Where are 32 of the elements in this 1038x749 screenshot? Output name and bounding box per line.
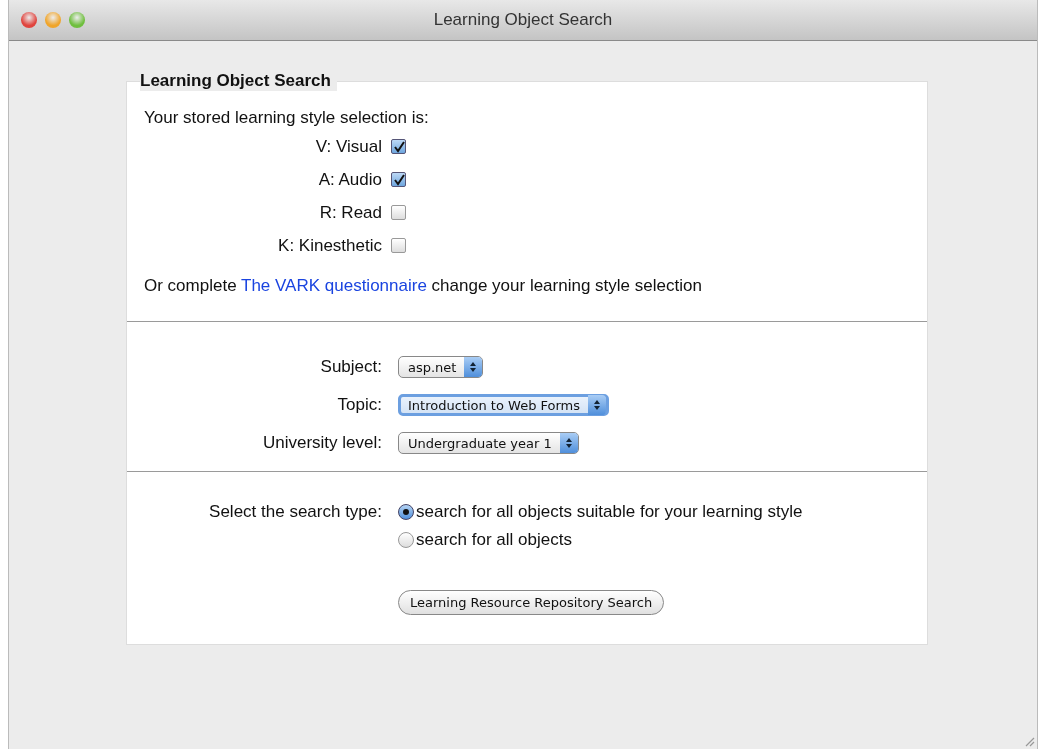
- dropdown-select[interactable]: asp.net: [398, 356, 484, 378]
- intro-text: Your stored learning style selection is:: [144, 108, 429, 128]
- style-label: A: Audio: [317, 169, 382, 190]
- form-legend: Learning Object Search: [140, 71, 337, 91]
- radio-label: search for all objects: [416, 530, 572, 550]
- style-checkbox[interactable]: [391, 139, 406, 154]
- window-title: Learning Object Search: [433, 10, 613, 30]
- style-checkbox[interactable]: [391, 205, 406, 220]
- style-label: K: Kinesthetic: [277, 235, 382, 256]
- questionnaire-note: Or complete The VARK questionnaire change your learning style selection: [144, 276, 702, 296]
- window-control-button[interactable]: [45, 12, 61, 28]
- search-button[interactable]: Learning Resource Repository Search: [398, 590, 665, 615]
- search-type-radio[interactable]: [398, 532, 414, 548]
- style-label: V: Visual: [314, 136, 382, 157]
- questionnaire-link[interactable]: The VARK questionnaire: [241, 276, 427, 295]
- window-control-button[interactable]: [21, 12, 37, 28]
- dropdown-select[interactable]: Introduction to Web Forms: [398, 394, 610, 416]
- dropdown-select[interactable]: Undergraduate year 1: [398, 432, 579, 454]
- radio-label: search for all objects suitable for your learning style: [416, 502, 803, 522]
- stepper-arrows-icon: [588, 395, 607, 415]
- select-label: University level:: [261, 433, 382, 453]
- style-label: R: Read: [318, 202, 382, 223]
- stepper-arrows-icon: [559, 433, 578, 453]
- select-label: Subject:: [319, 357, 382, 377]
- resize-grip-icon[interactable]: [1023, 735, 1035, 747]
- search-type-radio[interactable]: [398, 504, 414, 520]
- style-checkbox[interactable]: [391, 172, 406, 187]
- window-control-button[interactable]: [69, 12, 85, 28]
- style-checkbox[interactable]: [391, 238, 406, 253]
- select-label: Topic:: [336, 395, 382, 415]
- stepper-arrows-icon: [464, 357, 483, 377]
- search-type-label: Select the search type:: [208, 502, 382, 523]
